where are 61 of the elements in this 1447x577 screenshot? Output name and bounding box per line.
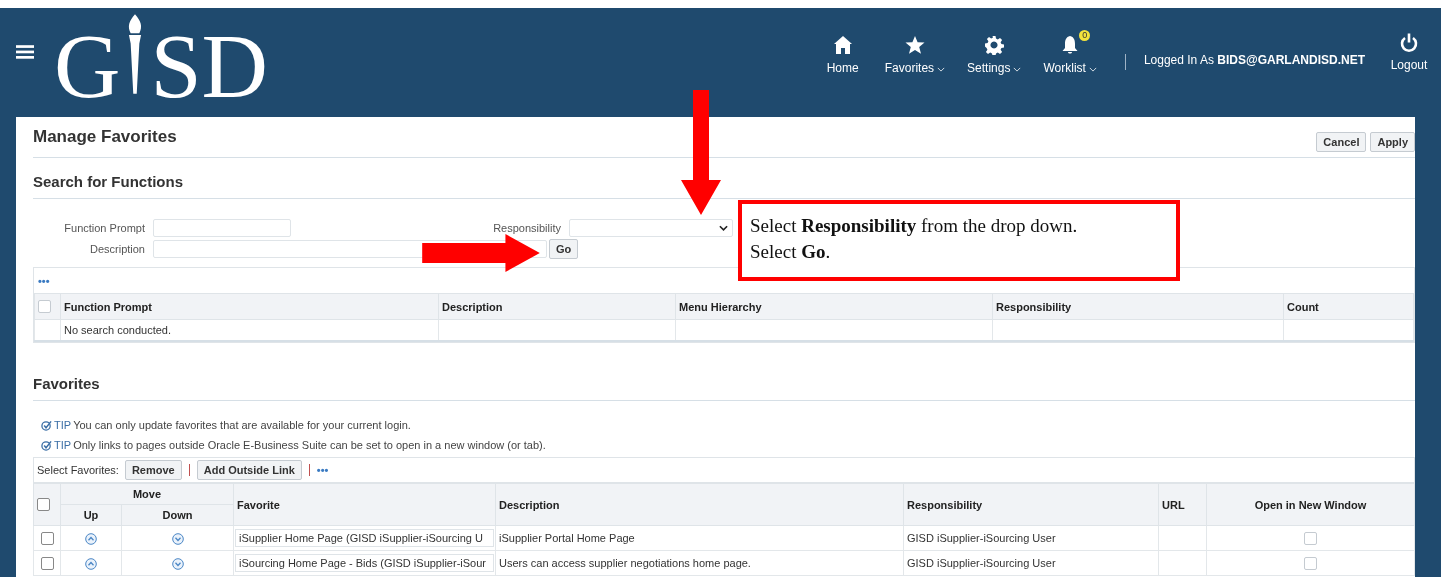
- move-up-icon[interactable]: [85, 557, 97, 570]
- input-field[interactable]: [153, 218, 291, 237]
- gear-icon: [984, 35, 1005, 55]
- field-label: Function Prompt: [63, 221, 145, 234]
- column-header: Responsibility: [903, 483, 1159, 526]
- column-header: Function Prompt: [60, 293, 439, 320]
- column-header: Open in New Window: [1206, 483, 1415, 526]
- move-up-icon[interactable]: [85, 532, 97, 545]
- callout-text: Select Responsibility from the drop down.: [750, 214, 1079, 238]
- count-badge: 0: [1079, 30, 1091, 41]
- checkbox[interactable]: [38, 300, 51, 314]
- action-button[interactable]: Apply: [1370, 132, 1415, 152]
- nav-link[interactable]: Favorites: [884, 34, 946, 75]
- page-title: Manage Favorites: [33, 127, 177, 147]
- row-checkbox[interactable]: [40, 531, 54, 545]
- checkbox[interactable]: [37, 498, 50, 512]
- column-header: Description: [495, 483, 904, 526]
- home-icon: [832, 35, 853, 55]
- star-icon: [904, 35, 925, 55]
- section-title: Favorites: [33, 360, 1415, 401]
- toolbar-button[interactable]: Add Outside Link: [196, 460, 302, 480]
- column-header: Move: [60, 483, 234, 505]
- column-header: Menu Hierarchy: [675, 293, 993, 320]
- nav-link[interactable]: Home: [822, 34, 863, 75]
- column-header: URL: [1158, 483, 1207, 526]
- tip-label: TIP: [54, 419, 72, 431]
- table-cell: GISD iSupplier-iSourcing User: [903, 550, 1159, 576]
- field-label: Description: [88, 242, 145, 255]
- go-button[interactable]: Go: [549, 238, 579, 259]
- move-down-icon[interactable]: [171, 557, 184, 570]
- check-icon: [41, 419, 52, 431]
- menu-icon[interactable]: [16, 44, 34, 59]
- input-field[interactable]: iSourcing Home Page - Bids (GISD iSupplier-iSour: [235, 554, 494, 572]
- move-down-icon[interactable]: [171, 532, 184, 545]
- action-button[interactable]: Cancel: [1316, 132, 1367, 152]
- more-menu[interactable]: •••: [38, 274, 50, 287]
- tip-text: You can only update favorites that are available for your current login.: [73, 419, 411, 431]
- column-header: Count: [1283, 293, 1414, 320]
- logo-text: G: [54, 20, 121, 112]
- column-header: Responsibility: [992, 293, 1284, 320]
- tip-text: Only links to pages outside Oracle E-Business Suite can be set to open in a new window (or tab).: [73, 439, 546, 451]
- table-cell: iSupplier Portal Home Page: [495, 525, 904, 551]
- field-label: Responsibility: [492, 221, 561, 234]
- more-menu[interactable]: •••: [316, 464, 329, 476]
- logo-text: SD: [150, 20, 269, 112]
- column-header: Favorite: [233, 483, 496, 526]
- input-field[interactable]: iSupplier Home Page (GISD iSupplier-iSourcing U: [235, 529, 494, 547]
- callout-text: Select Go.: [750, 240, 832, 264]
- check-icon: [41, 439, 52, 451]
- tip-label: TIP: [54, 439, 72, 451]
- logout-link[interactable]: Logout: [1389, 33, 1429, 72]
- row-checkbox[interactable]: [40, 556, 54, 570]
- column-header: Description: [438, 293, 676, 320]
- logged-in-user: Logged In As BIDS@GARLANDISD.NET: [1143, 53, 1365, 67]
- toolbar-label: Select Favorites:: [37, 464, 119, 476]
- chevron-icon: [719, 224, 728, 231]
- nav-link[interactable]: Settings: [967, 34, 1022, 75]
- table-cell: GISD iSupplier-iSourcing User: [903, 525, 1159, 551]
- toolbar-button[interactable]: Remove: [124, 460, 182, 480]
- power-icon: [1399, 33, 1419, 53]
- table-cell: Users can access supplier negotiations home page.: [495, 550, 904, 576]
